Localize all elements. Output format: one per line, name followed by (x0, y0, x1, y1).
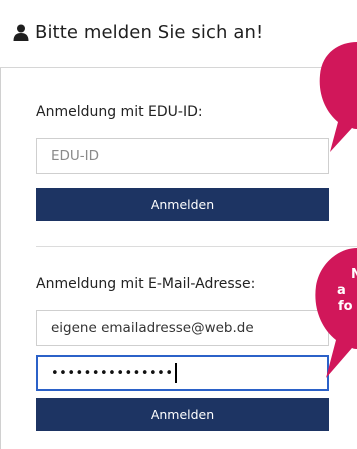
login-panel: Bitte melden Sie sich an! Anmeldung mit … (0, 0, 357, 449)
edu-id-input[interactable]: EDU-ID (36, 138, 329, 174)
page-title: Bitte melden Sie sich an! (13, 22, 263, 43)
email-login-label: Anmeldung mit E-Mail-Adresse: (36, 276, 256, 292)
callout-bubble-top (319, 42, 357, 152)
page-title-text: Bitte melden Sie sich an! (35, 22, 264, 43)
edu-login-button-label: Anmelden (150, 197, 215, 212)
callout-text-line-2: a (337, 283, 346, 298)
email-input-value: eigene emailadresse@web.de (51, 320, 254, 336)
user-icon (13, 24, 29, 41)
edu-id-label: Anmeldung mit EDU-ID: (36, 104, 203, 120)
email-login-button[interactable]: Anmelden (36, 398, 329, 431)
email-login-button-label: Anmelden (150, 407, 215, 422)
text-caret (174, 363, 177, 383)
password-input[interactable]: ••••••••••••••• (36, 355, 329, 391)
email-input[interactable]: eigene emailadresse@web.de (36, 310, 329, 346)
callout-text-line-3: fo (338, 299, 353, 314)
password-mask: ••••••••••••••• (51, 365, 174, 381)
section-divider (36, 246, 357, 247)
edu-login-button[interactable]: Anmelden (36, 188, 329, 221)
edu-id-placeholder: EDU-ID (51, 148, 100, 164)
callout-text-line-1: N (351, 267, 357, 282)
